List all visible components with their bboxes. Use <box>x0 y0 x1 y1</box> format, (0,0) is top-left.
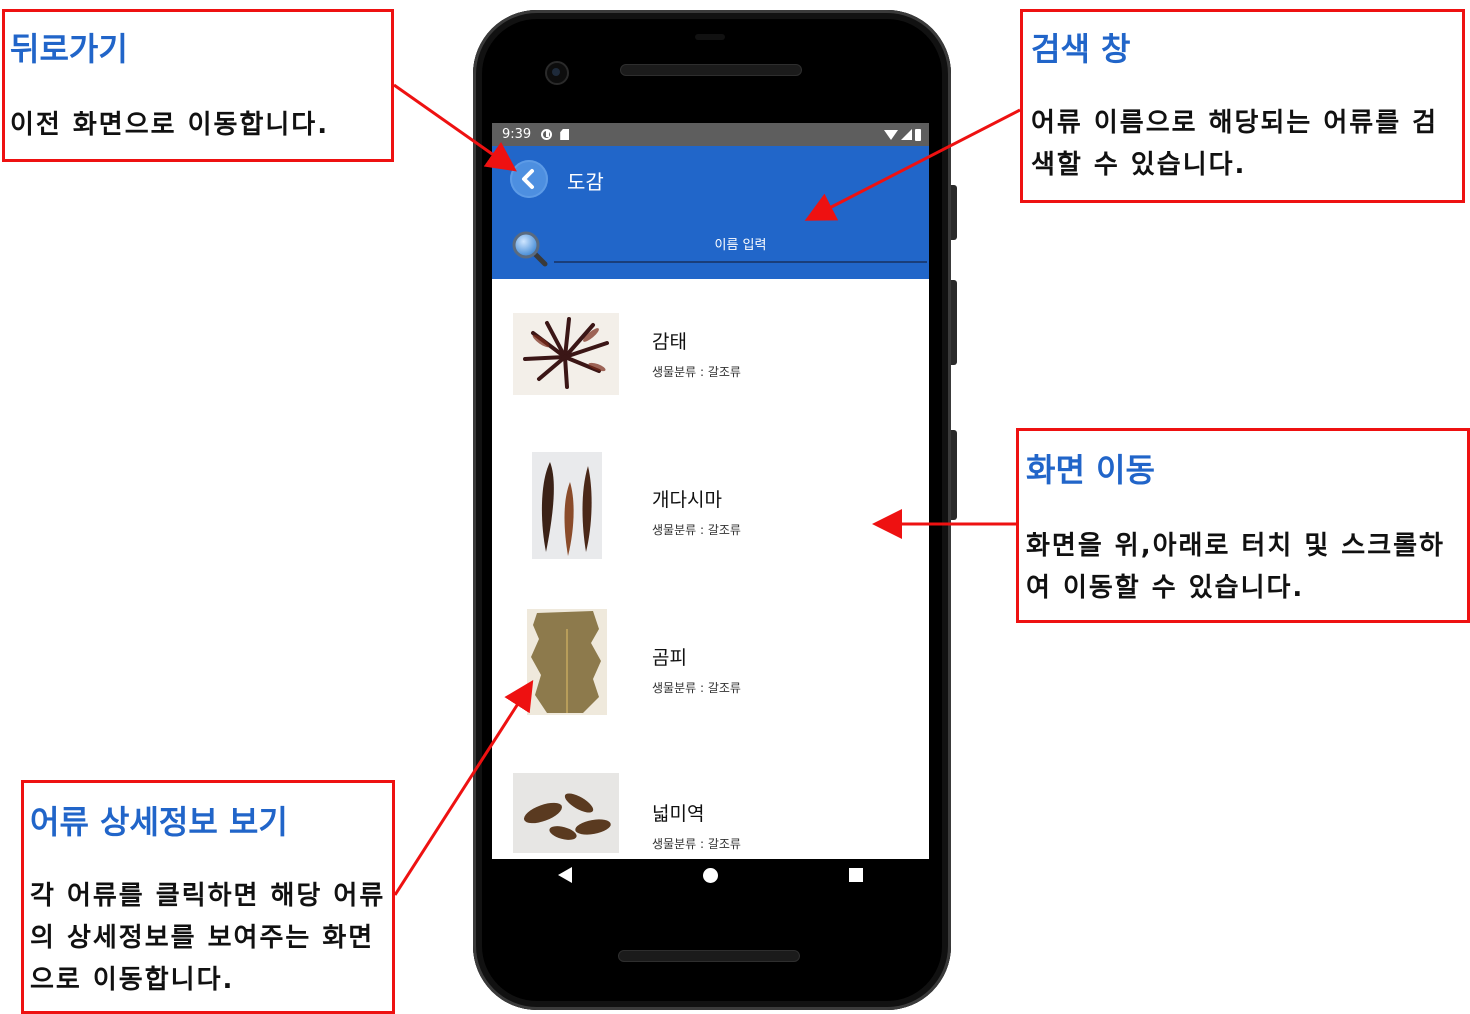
arrow-to-item <box>393 679 534 896</box>
arrow-to-back-button <box>393 83 517 172</box>
arrow-to-search <box>804 108 1021 221</box>
annotation-arrows <box>393 83 1021 896</box>
